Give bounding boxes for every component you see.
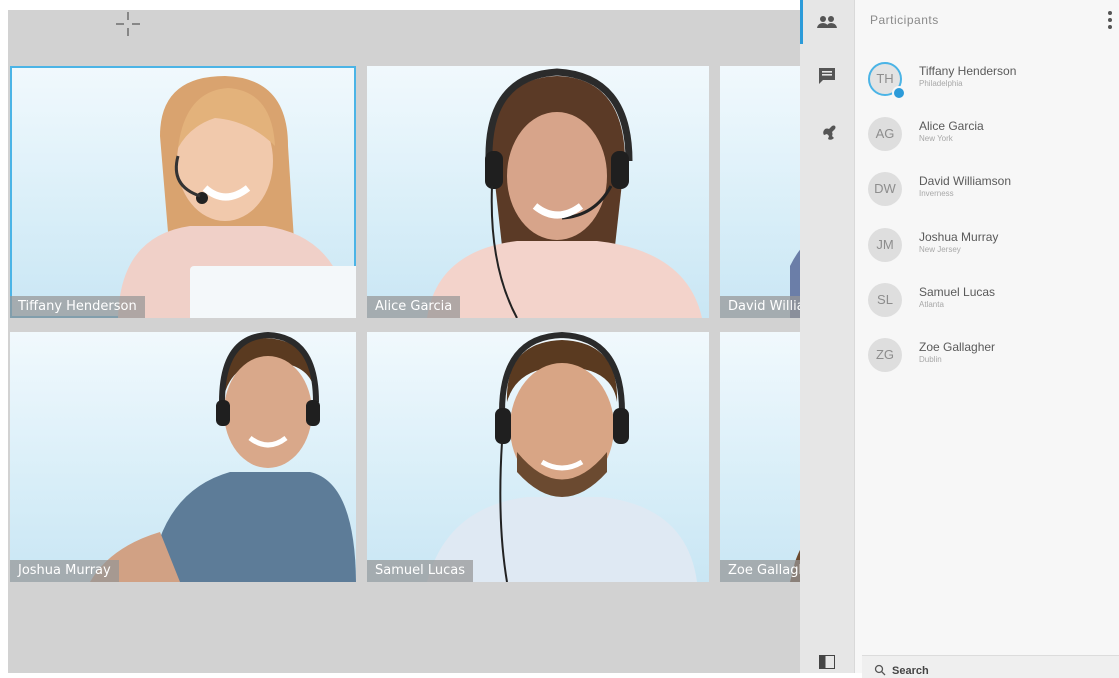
participant-location: Atlanta — [919, 300, 944, 309]
participant-name: Joshua Murray — [919, 230, 999, 244]
tile-name-label: Alice Garcia — [367, 296, 461, 318]
panel-title: Participants — [870, 13, 939, 27]
participant-location: New York — [919, 134, 953, 143]
participant-name: Zoe Gallagher — [919, 340, 996, 354]
video-tile-alice-garcia[interactable]: Alice Garcia — [367, 66, 709, 318]
side-rail — [800, 0, 855, 673]
layout-toggle-button[interactable] — [800, 650, 854, 673]
participant-item[interactable]: JM Joshua Murray New Jersey — [855, 226, 1119, 278]
presenter-badge — [892, 86, 906, 100]
participant-item[interactable]: DW David Williamson Inverness — [855, 170, 1119, 222]
tile-name-label: Joshua Murray — [10, 560, 119, 582]
avatar: SL — [868, 283, 902, 317]
participant-location: Dublin — [919, 355, 942, 364]
participant-video — [118, 76, 356, 318]
tile-name-label: Tiffany Henderson — [10, 296, 145, 318]
participant-video — [790, 549, 800, 582]
participant-name: Alice Garcia — [919, 119, 984, 133]
crosshair-cursor-icon — [116, 12, 140, 36]
video-tile-david-williamson[interactable]: David Williamson — [720, 66, 800, 318]
panel-header: Participants — [855, 0, 1119, 40]
chat-tab[interactable] — [800, 54, 854, 98]
search-input[interactable]: Search — [862, 655, 1119, 678]
participant-name: Samuel Lucas — [919, 285, 996, 299]
participant-location: Philadelphia — [919, 79, 963, 88]
layout-icon — [819, 654, 835, 669]
participant-video — [427, 332, 697, 582]
participant-item[interactable]: SL Samuel Lucas Atlanta — [855, 281, 1119, 333]
participant-name: David Williamson — [919, 174, 1012, 188]
tile-name-label: Zoe Gallagher — [720, 560, 800, 582]
video-tile-zoe-gallagher[interactable]: Zoe Gallagher — [720, 332, 800, 582]
chat-icon — [819, 68, 835, 84]
video-tile-tiffany-henderson[interactable]: Tiffany Henderson — [10, 66, 356, 318]
participant-item[interactable]: TH Tiffany Henderson Philadelphia — [855, 60, 1119, 112]
participant-video — [90, 332, 356, 582]
avatar: DW — [868, 172, 902, 206]
people-icon — [817, 16, 837, 28]
participant-video — [427, 68, 702, 318]
participant-name: Tiffany Henderson — [919, 64, 1017, 78]
participant-video — [790, 249, 800, 318]
more-options-icon[interactable] — [1107, 10, 1113, 30]
participant-item[interactable]: ZG Zoe Gallagher Dublin — [855, 336, 1119, 388]
settings-tab[interactable] — [800, 110, 854, 154]
search-icon — [874, 664, 886, 676]
video-tile-samuel-lucas[interactable]: Samuel Lucas — [367, 332, 709, 582]
participants-panel: Participants TH Tiffany Henderson Philad… — [855, 0, 1119, 673]
participant-item[interactable]: AG Alice Garcia New York — [855, 115, 1119, 167]
participant-location: New Jersey — [919, 245, 961, 254]
tile-name-label: David Williamson — [720, 296, 800, 318]
participant-location: Inverness — [919, 189, 954, 198]
wrench-icon — [823, 125, 836, 140]
search-label: Search — [892, 665, 929, 677]
avatar: AG — [868, 117, 902, 151]
video-tile-joshua-murray[interactable]: Joshua Murray — [10, 332, 356, 582]
avatar: ZG — [868, 338, 902, 372]
video-stage: Tiffany Henderson Alice Garcia David Wil… — [8, 10, 800, 673]
avatar: JM — [868, 228, 902, 262]
participants-tab[interactable] — [800, 0, 854, 44]
tile-name-label: Samuel Lucas — [367, 560, 474, 582]
